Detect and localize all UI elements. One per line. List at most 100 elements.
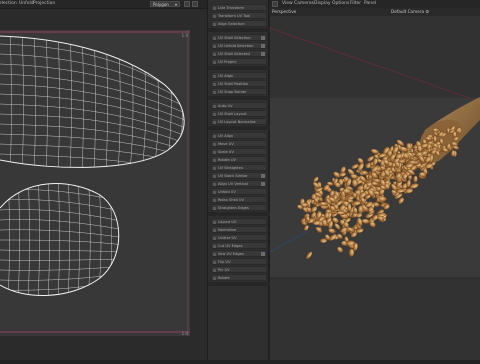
tool-row-item[interactable]: Flip UV bbox=[211, 258, 267, 265]
option-box-icon[interactable] bbox=[261, 252, 265, 256]
tool-row-item[interactable]: Live Transform bbox=[211, 4, 267, 11]
tool-row-label: UV Shell Selection bbox=[218, 36, 251, 40]
tool-icon bbox=[213, 134, 216, 138]
tool-row-label: UV Project bbox=[218, 60, 237, 64]
perspective-viewport[interactable] bbox=[269, 0, 480, 360]
tool-row-item[interactable]: UV Snap Border bbox=[211, 88, 267, 95]
uv-corner-label-bottom: 1.0 bbox=[181, 331, 188, 336]
viewport-options-icon[interactable] bbox=[272, 1, 278, 7]
tool-icon bbox=[213, 276, 216, 280]
tool-icon bbox=[213, 244, 216, 248]
tool-row-label: UV Shell Selected bbox=[218, 52, 250, 56]
uv-shells-canvas bbox=[0, 30, 190, 336]
tool-icon bbox=[213, 52, 216, 56]
tool-row-item[interactable]: UV Project bbox=[211, 58, 267, 65]
tool-row-item[interactable]: Transform UV Tool bbox=[211, 12, 267, 19]
option-box-icon[interactable] bbox=[261, 44, 265, 48]
selection-mode-value: Polygon bbox=[153, 2, 169, 7]
uv-viewport[interactable]: 1.0 1.0 bbox=[0, 30, 190, 336]
tool-row-label: Align Selection bbox=[218, 22, 245, 26]
viewport-label-bar: Perspective Default Camera ⚙ bbox=[270, 8, 480, 16]
tool-row-label: UV Layout Normalize bbox=[218, 120, 256, 124]
tool-icon bbox=[213, 150, 216, 154]
tool-row-item[interactable]: UV Align bbox=[211, 132, 267, 139]
tool-icon bbox=[213, 22, 216, 26]
tool-icon bbox=[213, 120, 216, 124]
tool-row-item[interactable]: UV Straighten bbox=[211, 164, 267, 171]
tool-icon bbox=[213, 112, 216, 116]
option-box-icon[interactable] bbox=[261, 174, 265, 178]
tool-icon bbox=[213, 142, 216, 146]
camera-name[interactable]: Default Camera ⚙ bbox=[391, 8, 429, 16]
tool-row-item[interactable]: Rotate UV bbox=[211, 156, 267, 163]
tool-row-item[interactable]: Align Selection bbox=[211, 20, 267, 27]
tool-row-label: Layout UV bbox=[218, 220, 237, 224]
tool-row-label: Straighten Edges bbox=[218, 206, 249, 210]
menu-projection[interactable]: Projection bbox=[33, 0, 55, 8]
tool-row-item[interactable]: UV Layout Normalize bbox=[211, 118, 267, 125]
menu-filter[interactable]: Filter bbox=[350, 0, 361, 8]
menu-view[interactable]: View bbox=[282, 0, 293, 8]
uv-corner-label-top: 1.0 bbox=[181, 33, 188, 38]
tool-row-item[interactable]: UV Stack Similar bbox=[211, 172, 267, 179]
grain-seed bbox=[413, 175, 418, 183]
chevron-down-icon: ▾ bbox=[174, 2, 177, 7]
tool-icon bbox=[213, 190, 216, 194]
tool-row-item[interactable]: UV Align bbox=[211, 72, 267, 79]
selection-mode-dropdown[interactable]: Polygon ▾ bbox=[150, 1, 180, 7]
tool-row-item[interactable]: Straighten Edges bbox=[211, 204, 267, 211]
menu-cameras[interactable]: Cameras bbox=[294, 0, 314, 8]
tool-row-item[interactable]: Unitize UV bbox=[211, 234, 267, 241]
tool-icon bbox=[213, 166, 216, 170]
tool-row-item[interactable]: Rotate bbox=[211, 274, 267, 281]
tool-row-item[interactable]: Normalize bbox=[211, 226, 267, 233]
uv-toolkit-panel: Live Transform Transform UV Tool Align Sel… bbox=[207, 0, 270, 360]
tool-row-item[interactable]: Cut UV Edges bbox=[211, 242, 267, 249]
tool-section-divider bbox=[208, 96, 270, 100]
scene-render bbox=[269, 16, 480, 360]
tool-row-item[interactable]: UV Unfold Selection bbox=[211, 42, 267, 49]
tool-row-item[interactable]: Relax Shell UV bbox=[211, 196, 267, 203]
menu-selection[interactable]: Selection bbox=[0, 0, 17, 8]
tool-row-item[interactable]: Scale UV bbox=[211, 148, 267, 155]
tool-row-label: Flip UV bbox=[218, 260, 231, 264]
tool-row-label: Rotate bbox=[218, 276, 230, 280]
tool-row-label: Cut UV Edges bbox=[218, 244, 243, 248]
tool-icon bbox=[213, 252, 216, 256]
settings-icon[interactable] bbox=[192, 1, 198, 7]
view-label: Perspective bbox=[272, 9, 297, 14]
tool-icon bbox=[213, 220, 216, 224]
tool-icon bbox=[213, 158, 216, 162]
tool-icon bbox=[213, 104, 216, 108]
tool-row-label: UV Snap Border bbox=[218, 90, 247, 94]
tool-row-item[interactable]: Move UV bbox=[211, 140, 267, 147]
tool-row-label: UV Shell Layout bbox=[218, 112, 247, 116]
tool-row-item[interactable]: Layout UV bbox=[211, 218, 267, 225]
tool-row-label: Normalize bbox=[218, 228, 237, 232]
tool-row-item[interactable]: UV Shell Selected bbox=[211, 50, 267, 57]
tool-icon bbox=[213, 90, 216, 94]
tool-icon bbox=[213, 36, 216, 40]
grain-seed bbox=[301, 203, 309, 208]
menu-options[interactable]: Options bbox=[332, 0, 349, 8]
menu-unfold[interactable]: Unfold bbox=[19, 0, 34, 8]
tool-row-label: Sew UV Edges bbox=[218, 252, 244, 256]
tool-row-item[interactable]: Pin UV bbox=[211, 266, 267, 273]
tool-row-label: Unitize UV bbox=[218, 236, 237, 240]
tool-row-item[interactable]: Auto UV bbox=[211, 102, 267, 109]
tool-row-item[interactable]: Sew UV Edges bbox=[211, 250, 267, 257]
tool-row-label: UV Straighten bbox=[218, 166, 244, 170]
tool-row-item[interactable]: Unfold UV bbox=[211, 188, 267, 195]
option-box-icon[interactable] bbox=[261, 182, 265, 186]
uv-menu-bar: Selection Unfold Projection Polygon ▾ bbox=[0, 0, 207, 9]
option-box-icon[interactable] bbox=[261, 36, 265, 40]
tool-row-item[interactable]: UV Shell Layout bbox=[211, 110, 267, 117]
option-box-icon[interactable] bbox=[261, 52, 265, 56]
grid-icon[interactable] bbox=[184, 1, 190, 7]
tool-row-label: Move UV bbox=[218, 142, 234, 146]
menu-display[interactable]: Display bbox=[314, 0, 331, 8]
menu-panel[interactable]: Panel bbox=[364, 0, 376, 8]
tool-row-item[interactable]: Align UV Vertical bbox=[211, 180, 267, 187]
tool-row-item[interactable]: UV Shell Selection bbox=[211, 34, 267, 41]
tool-row-item[interactable]: UV Shell Position bbox=[211, 80, 267, 87]
